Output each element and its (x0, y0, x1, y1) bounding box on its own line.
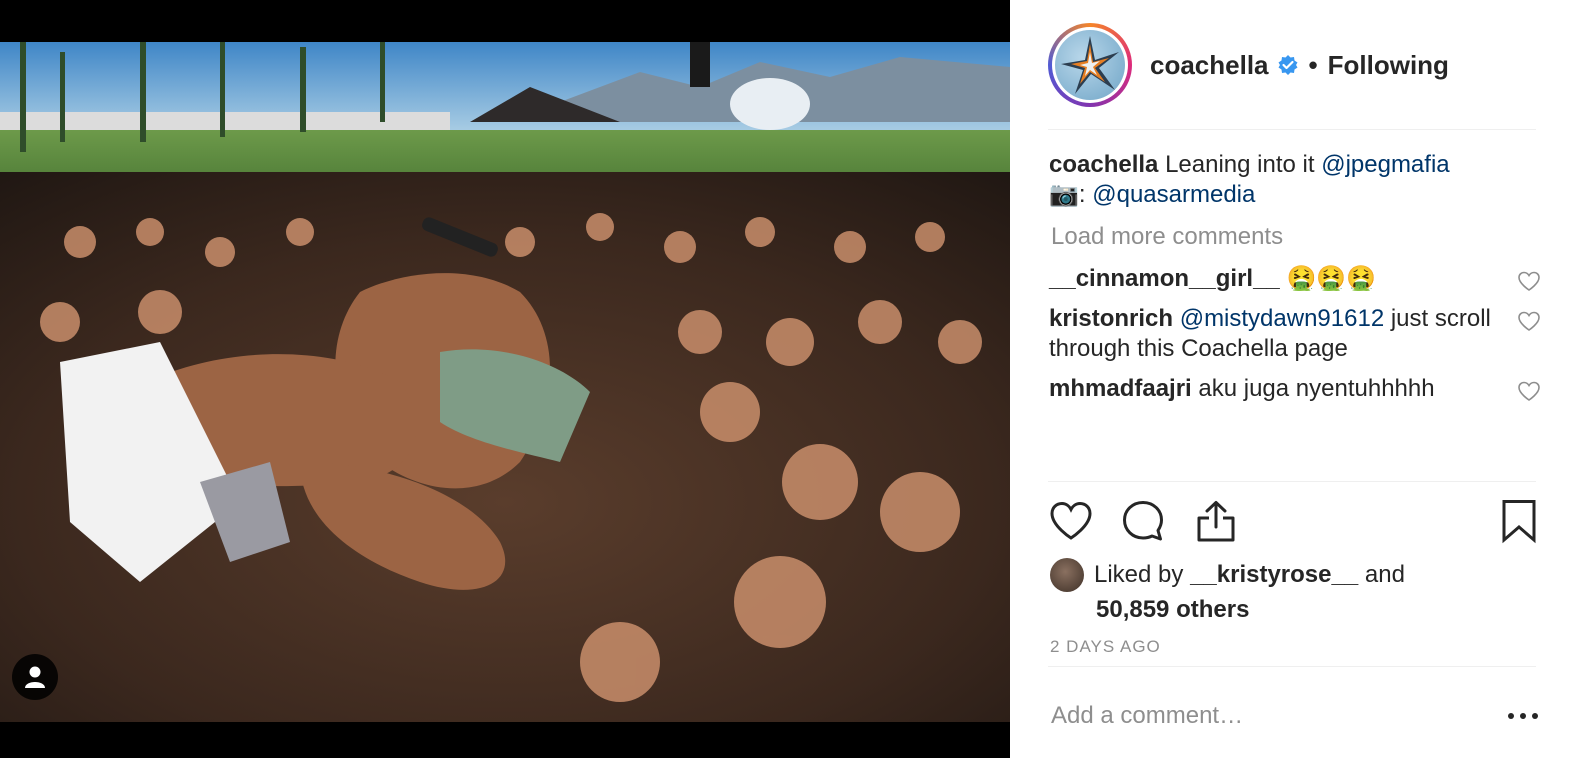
username-link[interactable]: coachella (1150, 50, 1269, 81)
camera-emoji: 📷 (1049, 181, 1079, 208)
avatar[interactable] (1055, 30, 1125, 100)
story-ring[interactable] (1048, 23, 1132, 107)
credit-mention-link[interactable]: @quasarmedia (1092, 181, 1255, 208)
add-comment-bar (1048, 690, 1538, 742)
comment-text: aku juga nyentuhhhhh (1198, 375, 1435, 402)
comment-author-link[interactable]: kristonrich (1049, 305, 1173, 332)
crowd-surf-photo (0, 42, 1010, 722)
liker-avatar[interactable] (1050, 558, 1084, 592)
liked-by-prefix: Liked by (1094, 561, 1184, 588)
liker-username-link[interactable]: __kristyrose__ (1190, 561, 1358, 589)
dot (1520, 713, 1526, 719)
comments-section: coachella Leaning into it @jpegmafia 📷: … (1049, 150, 1541, 404)
caption-author-link[interactable]: coachella (1049, 151, 1158, 178)
caption-text: Leaning into it (1165, 151, 1315, 178)
comment-bubble-icon[interactable] (1120, 498, 1166, 544)
following-button[interactable]: Following (1328, 50, 1449, 81)
bookmark-icon[interactable] (1496, 498, 1542, 544)
liked-by-conjunction: and (1364, 561, 1405, 588)
person-icon (25, 666, 45, 688)
avatar-border (1052, 27, 1128, 103)
comment-mention-link[interactable]: @mistydawn91612 (1180, 305, 1384, 332)
post-header: coachella • Following (1048, 22, 1449, 108)
heart-icon[interactable] (1048, 498, 1094, 544)
comment-text: 🤮🤮🤮 (1286, 265, 1377, 292)
post-caption: coachella Leaning into it @jpegmafia 📷: … (1049, 150, 1539, 210)
post-photo[interactable] (0, 42, 1010, 722)
comment-item: kristonrich @mistydawn91612 just scroll … (1049, 304, 1541, 364)
comment-item: mhmadfaajri aku juga nyentuhhhhh (1049, 374, 1541, 404)
share-icon[interactable] (1193, 498, 1239, 544)
credit-prefix: : (1078, 181, 1086, 208)
comment-like-heart-icon[interactable] (1517, 270, 1541, 292)
more-options-icon[interactable] (1508, 711, 1538, 721)
likes-count-link[interactable]: 50,859 others (1096, 596, 1530, 624)
comment-author-link[interactable]: __cinnamon__girl__ (1049, 265, 1280, 292)
photo-pane (0, 0, 1010, 758)
comment-like-heart-icon[interactable] (1517, 380, 1541, 402)
comment-input[interactable] (1048, 702, 1468, 730)
header-text: coachella • Following (1150, 50, 1449, 81)
dot (1532, 713, 1538, 719)
likes-row: Liked by __kristyrose__ and (1050, 558, 1530, 592)
likes-section: Liked by __kristyrose__ and 50,859 other… (1050, 558, 1530, 624)
verified-badge-icon (1278, 55, 1298, 75)
comments-divider (1048, 481, 1536, 482)
separator-dot: • (1308, 49, 1318, 80)
coachella-logo-icon (1061, 36, 1119, 94)
post-timestamp[interactable]: 2 DAYS AGO (1050, 637, 1161, 657)
action-bar (1048, 498, 1538, 546)
load-more-comments-button[interactable]: Load more comments (1051, 222, 1539, 252)
footer-divider (1048, 666, 1536, 667)
header-divider (1048, 129, 1536, 130)
tagged-users-button[interactable] (12, 654, 58, 700)
dot (1508, 713, 1514, 719)
post-details-panel: coachella • Following coachella Leaning … (1010, 0, 1574, 758)
comment-like-heart-icon[interactable] (1517, 310, 1541, 332)
comment-author-link[interactable]: mhmadfaajri (1049, 375, 1192, 402)
comment-item: __cinnamon__girl__ 🤮🤮🤮 (1049, 264, 1541, 294)
caption-mention-link[interactable]: @jpegmafia (1321, 151, 1449, 178)
